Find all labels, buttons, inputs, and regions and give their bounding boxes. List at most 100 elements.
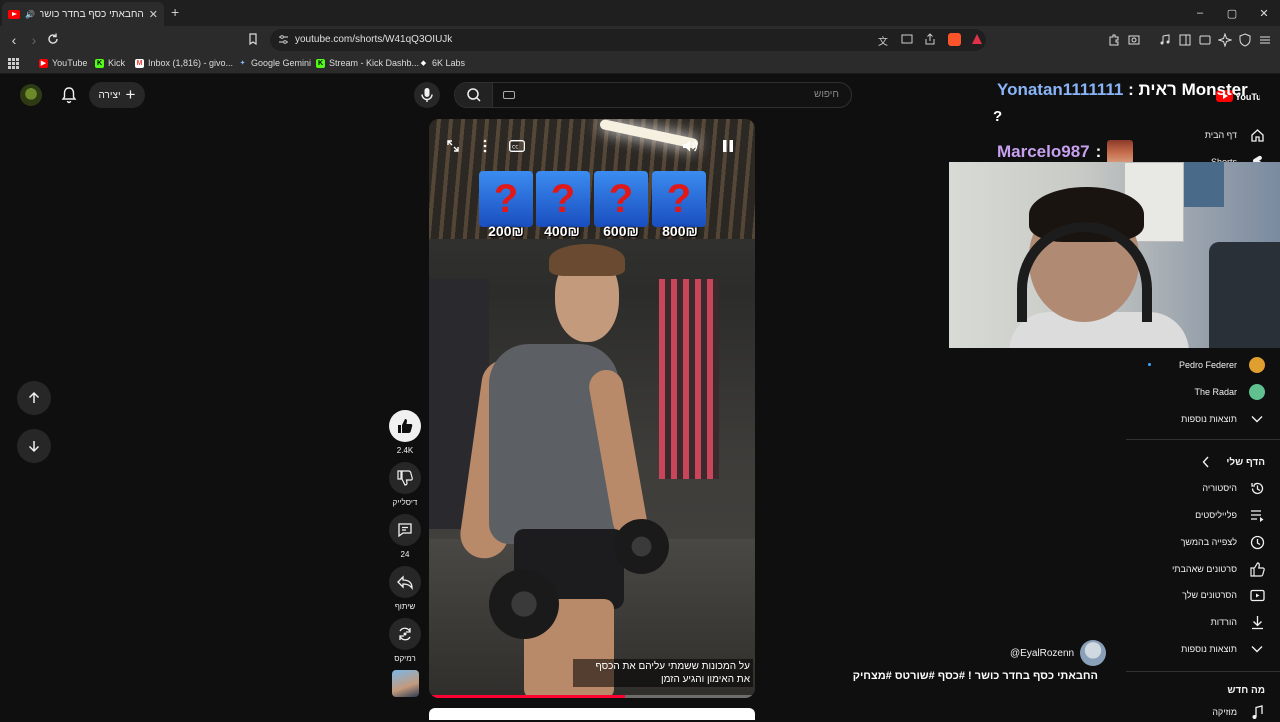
wallet-icon[interactable] — [1198, 33, 1212, 47]
channel-row[interactable]: @EyalRozenn — [1010, 640, 1107, 666]
create-button[interactable]: יצירה + — [89, 82, 145, 108]
brave-shields-icon[interactable] — [948, 33, 961, 46]
youtube-bookmark-icon: ▶ — [39, 58, 48, 68]
voice-search-button[interactable] — [414, 82, 440, 108]
dislike-button[interactable] — [389, 462, 421, 494]
account-avatar[interactable] — [20, 84, 42, 106]
video-title: החבאתי כסף בחדר כושר ! #כסף #שורטס #מצחי… — [852, 670, 1098, 682]
sidebar-item-watch-later[interactable]: לצפייה בהמשך — [1181, 532, 1265, 552]
arrow-up-icon — [28, 391, 40, 403]
forward-icon[interactable]: › — [26, 32, 42, 48]
caption-line: את האימון והגיע הזמן — [660, 674, 750, 685]
close-tab-icon[interactable]: ✕ — [149, 8, 158, 21]
bookmark-gemini[interactable]: ✦ Google Gemini — [238, 58, 311, 68]
search-input[interactable]: חיפוש — [454, 82, 852, 108]
sidebar-label: סרטונים שאהבתי — [1171, 564, 1237, 574]
media-controls-icon[interactable] — [1158, 33, 1172, 47]
keyboard-icon[interactable] — [503, 91, 515, 99]
comments-button[interactable] — [389, 514, 421, 546]
extensions-icon[interactable] — [1107, 33, 1121, 47]
share-button[interactable] — [389, 566, 421, 598]
sidebar-divider — [1126, 671, 1280, 672]
playlist-icon — [1249, 507, 1265, 523]
quiz-card: ? — [652, 171, 706, 227]
remix-button[interactable] — [389, 618, 421, 650]
next-short-button[interactable] — [17, 429, 51, 463]
sidebar-item-liked-videos[interactable]: סרטונים שאהבתי — [1172, 559, 1265, 579]
plus-icon: + — [125, 85, 136, 104]
brave-rewards-icon[interactable] — [971, 33, 983, 45]
sidebar-toggle-icon[interactable] — [1178, 33, 1192, 47]
sidebar-item-downloads[interactable]: הורדות — [1211, 612, 1265, 632]
bookmark-page-icon[interactable] — [246, 32, 262, 48]
6k-labs-bookmark-icon: ◆ — [420, 59, 427, 67]
thumbs-up-icon — [398, 419, 413, 433]
sidebar-item-playlists[interactable]: פלייליסטים — [1195, 505, 1265, 525]
cast-icon[interactable] — [901, 34, 913, 45]
quiz-price: 600₪ — [603, 223, 639, 239]
maximize-button[interactable]: ▢ — [1216, 0, 1248, 26]
channel-handle[interactable]: @EyalRozenn — [1010, 648, 1074, 659]
stream-chat-message: Yonatan1111111 : ראית Monster — [997, 80, 1248, 100]
video-frame-dumbbell — [489, 569, 559, 639]
video-frame-hair — [549, 244, 625, 276]
sidebar-show-more-subscriptions[interactable]: תוצאות נוספות — [1181, 409, 1265, 429]
clock-icon — [1249, 534, 1265, 550]
share-label: שיתוף — [394, 602, 416, 611]
like-button[interactable] — [389, 410, 421, 442]
share-page-icon[interactable] — [924, 33, 936, 45]
vpn-icon[interactable] — [1238, 33, 1252, 47]
address-bar[interactable]: youtube.com/shorts/W41qQ3OIUJk 文 — [270, 29, 986, 51]
create-label: יצירה — [98, 89, 121, 101]
more-options-icon[interactable] — [476, 137, 494, 155]
volume-icon[interactable] — [681, 137, 699, 155]
site-info-icon[interactable] — [278, 34, 289, 45]
sound-thumbnail[interactable] — [392, 670, 419, 697]
apps-icon[interactable] — [8, 58, 19, 69]
subscription-name: The Radar — [1194, 387, 1237, 397]
sidebar-label: תוצאות נוספות — [1181, 414, 1237, 424]
sidebar-item-home[interactable]: דף הבית — [1205, 125, 1265, 145]
captions-icon[interactable]: cc — [508, 137, 526, 155]
close-window-button[interactable]: ✕ — [1248, 0, 1280, 26]
translate-icon[interactable]: 文 — [878, 33, 888, 48]
short-video-player[interactable]: ? ? ? ? 200₪ 400₪ 600₪ 800₪ cc על המכונו… — [429, 119, 755, 698]
history-icon — [1249, 480, 1265, 496]
subscription-pedro-federer[interactable]: Pedro Federer — [1179, 355, 1265, 375]
bookmarks-bar: ▶ YouTube K Kick M Inbox (1,816) - givo.… — [0, 54, 1280, 74]
leo-ai-icon[interactable] — [1218, 33, 1232, 47]
next-short-preview — [429, 708, 755, 720]
gemini-bookmark-icon: ✦ — [239, 59, 246, 67]
video-progress-bar[interactable] — [429, 695, 755, 698]
new-tab-button[interactable]: + — [171, 4, 179, 20]
menu-icon[interactable] — [1258, 33, 1272, 47]
quiz-price: 200₪ — [488, 223, 524, 239]
sidebar-divider — [1126, 439, 1280, 440]
fullscreen-icon[interactable] — [444, 137, 462, 155]
back-icon[interactable]: ‹ — [6, 32, 22, 48]
sidebar-item-my-page[interactable]: הדף שלי — [1198, 452, 1265, 472]
quiz-price: 400₪ — [544, 223, 580, 239]
channel-avatar[interactable] — [1080, 640, 1107, 666]
notifications-bell-icon[interactable] — [60, 86, 78, 104]
minimize-button[interactable]: – — [1184, 0, 1216, 26]
subscription-the-radar[interactable]: The Radar — [1194, 382, 1265, 402]
pause-icon[interactable] — [719, 137, 737, 155]
audio-playing-icon[interactable]: 🔊 — [25, 10, 35, 19]
browser-tab[interactable]: 🔊 החבאתי כסף בחדר כושר ! #כ... ✕ — [2, 2, 164, 26]
search-button[interactable] — [455, 83, 493, 107]
quiz-card: ? — [479, 171, 533, 227]
reload-icon[interactable] — [46, 32, 62, 48]
screenshot-icon[interactable] — [1127, 33, 1141, 47]
bookmark-inbox[interactable]: M Inbox (1,816) - givo... — [135, 58, 233, 68]
bookmark-kick-dashboard[interactable]: K Stream - Kick Dashb... — [316, 58, 419, 68]
bookmark-6k-labs[interactable]: ◆ 6K Labs — [419, 58, 465, 68]
sidebar-item-history[interactable]: היסטוריה — [1202, 478, 1265, 498]
bookmark-youtube[interactable]: ▶ YouTube — [39, 58, 87, 68]
sidebar-item-your-videos[interactable]: הסרטונים שלך — [1182, 585, 1265, 605]
bookmark-kick[interactable]: K Kick — [95, 58, 125, 68]
sidebar-show-more-library[interactable]: תוצאות נוספות — [1181, 639, 1265, 659]
sidebar-item-music[interactable]: מוזיקה — [1212, 702, 1265, 722]
previous-short-button[interactable] — [17, 381, 51, 415]
sidebar-label: הסרטונים שלך — [1182, 590, 1237, 600]
